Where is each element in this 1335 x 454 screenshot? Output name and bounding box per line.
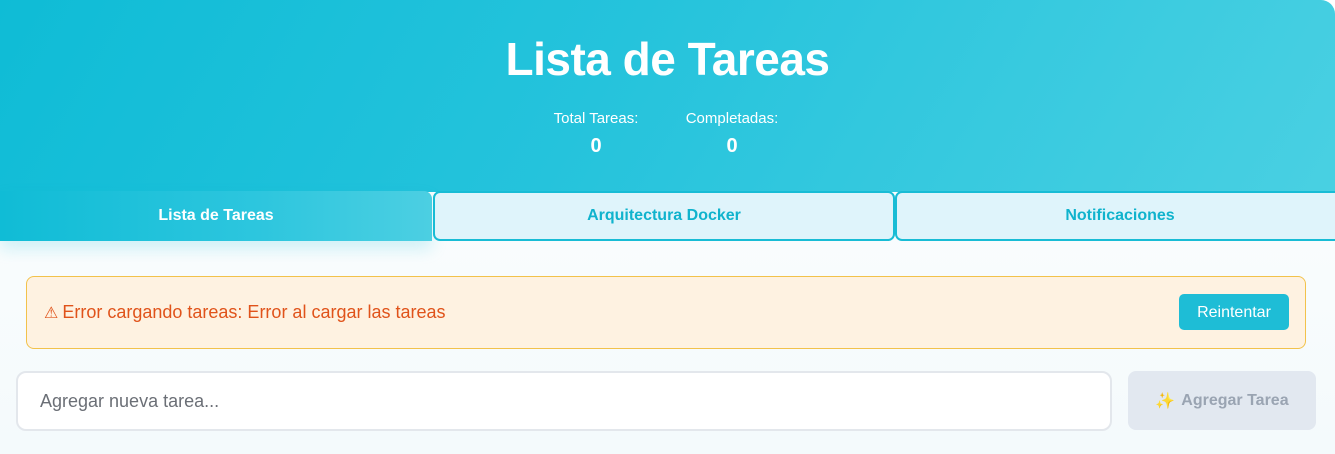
error-alert: ⚠ Error cargando tareas: Error al cargar …	[26, 276, 1306, 349]
completed-tasks-value: 0	[726, 135, 738, 157]
tab-notifications[interactable]: Notificaciones	[895, 191, 1335, 241]
tab-task-list-label: Lista de Tareas	[158, 207, 274, 224]
error-message-row: ⚠ Error cargando tareas: Error al cargar …	[44, 277, 446, 348]
app-page: Lista de Tareas Total Tareas: 0 Completa…	[0, 0, 1335, 454]
tab-bar: Lista de Tareas Arquitectura Docker Noti…	[0, 191, 1335, 242]
add-task-button[interactable]: ✨ Agregar Tarea	[1128, 371, 1316, 430]
total-tasks-stat: Total Tareas: 0	[536, 110, 656, 158]
tab-docker-architecture-label: Arquitectura Docker	[587, 207, 741, 224]
page-title: Lista de Tareas	[505, 33, 830, 85]
tab-notifications-label: Notificaciones	[1065, 207, 1175, 224]
add-task-label: Agregar Tarea	[1181, 391, 1289, 409]
total-tasks-value: 0	[590, 135, 602, 157]
tab-task-list[interactable]: Lista de Tareas	[0, 191, 432, 241]
sparkles-icon: ✨	[1155, 392, 1176, 410]
completed-tasks-stat: Completadas: 0	[672, 110, 792, 158]
new-task-input[interactable]	[16, 371, 1112, 431]
retry-button[interactable]: Reintentar	[1179, 294, 1289, 330]
completed-tasks-label: Completadas:	[685, 110, 779, 127]
total-tasks-label: Total Tareas:	[553, 110, 639, 127]
tab-docker-architecture[interactable]: Arquitectura Docker	[433, 191, 895, 241]
app-header: Lista de Tareas Total Tareas: 0 Completa…	[0, 0, 1335, 192]
error-message: Error cargando tareas: Error al cargar l…	[62, 302, 446, 322]
warning-icon: ⚠	[44, 305, 59, 322]
